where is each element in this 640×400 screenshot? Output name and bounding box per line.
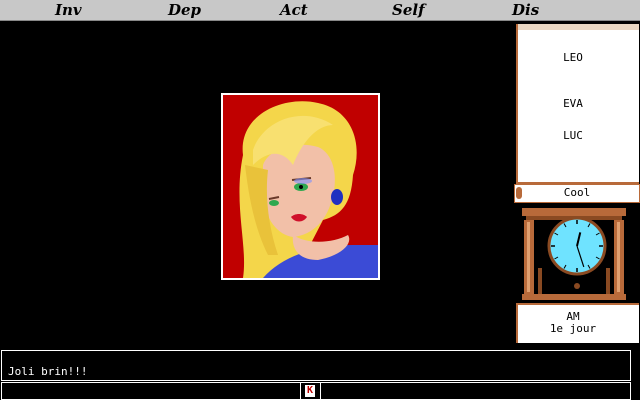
time-label: AM 1e jour	[516, 303, 639, 343]
menu-bar: Inv Dep Act Self Dis	[0, 0, 640, 21]
menu-inv[interactable]: Inv	[55, 1, 82, 19]
time-day: 1e jour	[549, 322, 597, 335]
mood-indicator: Cool	[514, 184, 640, 203]
dialog-text: Joli brin!!!	[8, 365, 88, 378]
dialog-box: Joli brin!!!	[1, 350, 631, 381]
portrait-image	[223, 95, 378, 278]
clock-icon	[522, 208, 626, 300]
mood-label: Cool	[563, 186, 591, 199]
menu-act[interactable]: Act	[280, 1, 308, 19]
character-eva[interactable]: EVA	[518, 97, 628, 110]
input-divider-left	[300, 383, 301, 399]
scroll-top-edge	[518, 24, 639, 30]
text-cursor: K	[305, 385, 315, 397]
menu-dis[interactable]: Dis	[512, 1, 539, 19]
character-luc[interactable]: LUC	[518, 129, 628, 142]
menu-dep[interactable]: Dep	[168, 1, 201, 19]
command-input[interactable]: K	[1, 382, 631, 400]
clock	[522, 208, 626, 300]
character-leo[interactable]: LEO	[518, 51, 628, 64]
input-divider-right	[320, 383, 321, 399]
character-list: LEO EVA LUC	[516, 24, 639, 184]
menu-self[interactable]: Self	[392, 1, 425, 19]
character-portrait	[221, 93, 380, 280]
